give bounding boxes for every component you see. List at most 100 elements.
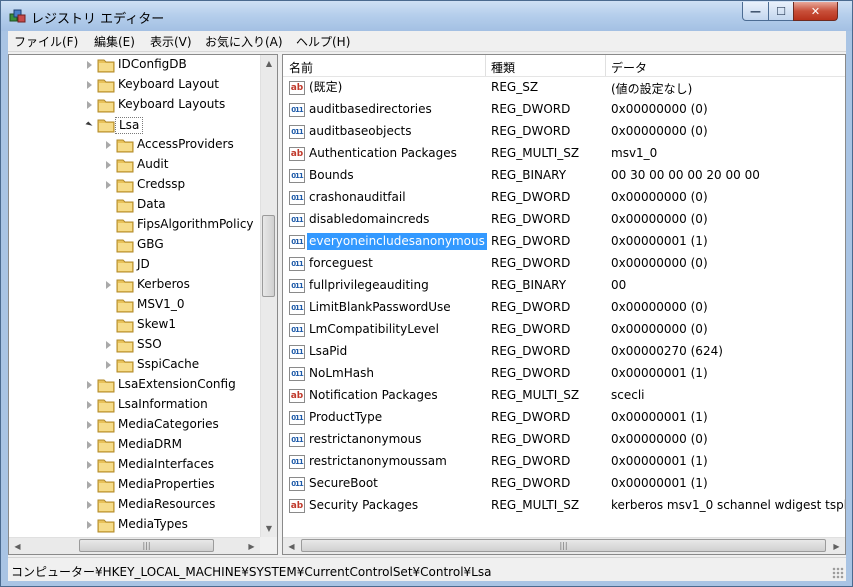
expand-arrow-icon[interactable] [87, 401, 92, 409]
scroll-down-arrow-icon[interactable]: ▼ [261, 520, 277, 537]
value-type: REG_DWORD [491, 212, 571, 226]
value-row[interactable]: 011 everyoneincludesanonymous REG_DWORD 0x0… [283, 231, 845, 253]
value-row[interactable]: 011 restrictanonymoussam REG_DWORD 0x000000… [283, 451, 845, 473]
tree-item[interactable]: Data [9, 195, 259, 215]
tree-horizontal-scrollbar[interactable]: ◀ ||| ▶ [9, 537, 260, 554]
value-row[interactable]: ab Security Packages REG_MULTI_SZ kerberos … [283, 495, 845, 517]
tree-vertical-scrollbar[interactable]: ▲ ▼ [260, 55, 277, 537]
tree-item[interactable]: IDConfigDB [9, 55, 259, 75]
scroll-right-arrow-icon[interactable]: ▶ [243, 538, 260, 554]
expand-arrow-icon[interactable] [106, 181, 111, 189]
tree-scroll-thumb[interactable] [262, 215, 275, 297]
column-header-data[interactable]: データ [611, 59, 647, 76]
expand-arrow-icon[interactable] [87, 421, 92, 429]
maximize-button[interactable]: ☐ [768, 2, 794, 21]
tree-item[interactable]: MediaProperties [9, 475, 259, 495]
tree-item[interactable]: MediaTypes [9, 515, 259, 535]
value-row[interactable]: 011 LimitBlankPasswordUse REG_DWORD 0x00000… [283, 297, 845, 319]
expand-arrow-icon[interactable] [106, 141, 111, 149]
menu-edit[interactable]: 編集(E) [94, 33, 135, 50]
tree-item[interactable]: Skew1 [9, 315, 259, 335]
tree-item[interactable]: LsaExtensionConfig [9, 375, 259, 395]
resize-grip-icon[interactable] [832, 567, 844, 579]
value-row[interactable]: 011 NoLmHash REG_DWORD 0x00000001 (1) [283, 363, 845, 385]
value-row[interactable]: ab Notification Packages REG_MULTI_SZ scecl… [283, 385, 845, 407]
value-row[interactable]: 011 SecureBoot REG_DWORD 0x00000001 (1) [283, 473, 845, 495]
list-hscroll-thumb[interactable]: ||| [301, 539, 826, 552]
title-bar[interactable]: レジストリ エディター — ☐ ✕ [1, 1, 852, 31]
tree-item[interactable]: Keyboard Layout [9, 75, 259, 95]
list-horizontal-scrollbar[interactable]: ◀ ||| ▶ [283, 537, 845, 554]
collapse-arrow-icon[interactable] [85, 121, 93, 129]
value-row[interactable]: 011 forceguest REG_DWORD 0x00000000 (0) [283, 253, 845, 275]
value-row[interactable]: 011 crashonauditfail REG_DWORD 0x00000000 (… [283, 187, 845, 209]
string-value-icon: ab [289, 81, 305, 95]
tree-item[interactable]: Keyboard Layouts [9, 95, 259, 115]
expand-arrow-icon[interactable] [106, 281, 111, 289]
expand-arrow-icon[interactable] [87, 101, 92, 109]
scroll-up-arrow-icon[interactable]: ▲ [261, 55, 277, 72]
scroll-left-arrow-icon[interactable]: ◀ [9, 538, 26, 554]
tree-item[interactable]: MSV1_0 [9, 295, 259, 315]
value-row[interactable]: 011 ProductType REG_DWORD 0x00000001 (1) [283, 407, 845, 429]
expand-arrow-icon[interactable] [106, 361, 111, 369]
value-row[interactable]: 011 disabledomaincreds REG_DWORD 0x00000000… [283, 209, 845, 231]
tree-item[interactable]: MediaResources [9, 495, 259, 515]
scroll-corner [260, 537, 277, 554]
menu-favorites[interactable]: お気に入り(A) [205, 33, 283, 50]
values-list-pane[interactable]: 名前 種類 データ ab (既定) REG_SZ (値の設定なし) 011 auditba… [282, 54, 846, 555]
value-data: 0x00000001 (1) [611, 366, 708, 380]
key-tree-pane[interactable]: IDConfigDB Keyboard Layout Keyboard Layout… [8, 54, 278, 555]
minimize-button[interactable]: — [742, 2, 769, 21]
tree-item[interactable]: Kerberos [9, 275, 259, 295]
tree-hscroll-thumb[interactable]: ||| [79, 539, 214, 552]
tree-item[interactable]: FipsAlgorithmPolicy [9, 215, 259, 235]
scroll-left-arrow-icon[interactable]: ◀ [283, 538, 300, 554]
column-header-type[interactable]: 種類 [491, 59, 515, 76]
value-row[interactable]: ab (既定) REG_SZ (値の設定なし) [283, 77, 845, 99]
expand-arrow-icon[interactable] [87, 461, 92, 469]
expand-arrow-icon[interactable] [106, 341, 111, 349]
tree-item[interactable]: GBG [9, 235, 259, 255]
tree-item[interactable]: MediaInterfaces [9, 455, 259, 475]
expand-arrow-icon[interactable] [106, 161, 111, 169]
value-row[interactable]: ab Authentication Packages REG_MULTI_SZ msv… [283, 143, 845, 165]
value-row[interactable]: 011 auditbasedirectories REG_DWORD 0x000000… [283, 99, 845, 121]
expand-arrow-icon[interactable] [87, 481, 92, 489]
tree-item[interactable]: SSO [9, 335, 259, 355]
value-row[interactable]: 011 fullprivilegeauditing REG_BINARY 00 [283, 275, 845, 297]
value-data: 0x00000001 (1) [611, 234, 708, 248]
tree-item[interactable]: Audit [9, 155, 259, 175]
expand-arrow-icon[interactable] [87, 381, 92, 389]
tree-item[interactable]: AccessProviders [9, 135, 259, 155]
tree-item[interactable]: Lsa [9, 115, 259, 135]
tree-item[interactable]: LsaInformation [9, 395, 259, 415]
tree-item[interactable]: MediaDRM [9, 435, 259, 455]
value-name: crashonauditfail [309, 190, 406, 204]
menu-file[interactable]: ファイル(F) [14, 33, 78, 50]
value-data: 0x00000001 (1) [611, 454, 708, 468]
tree-item[interactable]: MediaCategories [9, 415, 259, 435]
column-header-name[interactable]: 名前 [289, 59, 313, 76]
value-row[interactable]: 011 restrictanonymous REG_DWORD 0x00000000 … [283, 429, 845, 451]
value-row[interactable]: 011 auditbaseobjects REG_DWORD 0x00000000 (… [283, 121, 845, 143]
value-row[interactable]: 011 Bounds REG_BINARY 00 30 00 00 00 20 00 … [283, 165, 845, 187]
value-type: REG_BINARY [491, 168, 567, 182]
value-row[interactable]: 011 LsaPid REG_DWORD 0x00000270 (624) [283, 341, 845, 363]
expand-arrow-icon[interactable] [87, 521, 92, 529]
column-divider[interactable] [605, 55, 606, 76]
expand-arrow-icon[interactable] [87, 501, 92, 509]
close-button[interactable]: ✕ [793, 2, 838, 21]
menu-help[interactable]: ヘルプ(H) [296, 33, 350, 50]
expand-arrow-icon[interactable] [87, 441, 92, 449]
expand-arrow-icon[interactable] [87, 81, 92, 89]
tree-item[interactable]: Credssp [9, 175, 259, 195]
tree-item-label: GBG [137, 237, 164, 251]
tree-item[interactable]: JD [9, 255, 259, 275]
expand-arrow-icon[interactable] [87, 61, 92, 69]
column-divider[interactable] [485, 55, 486, 76]
menu-view[interactable]: 表示(V) [150, 33, 192, 50]
scroll-right-arrow-icon[interactable]: ▶ [828, 538, 845, 554]
value-row[interactable]: 011 LmCompatibilityLevel REG_DWORD 0x000000… [283, 319, 845, 341]
tree-item[interactable]: SspiCache [9, 355, 259, 375]
